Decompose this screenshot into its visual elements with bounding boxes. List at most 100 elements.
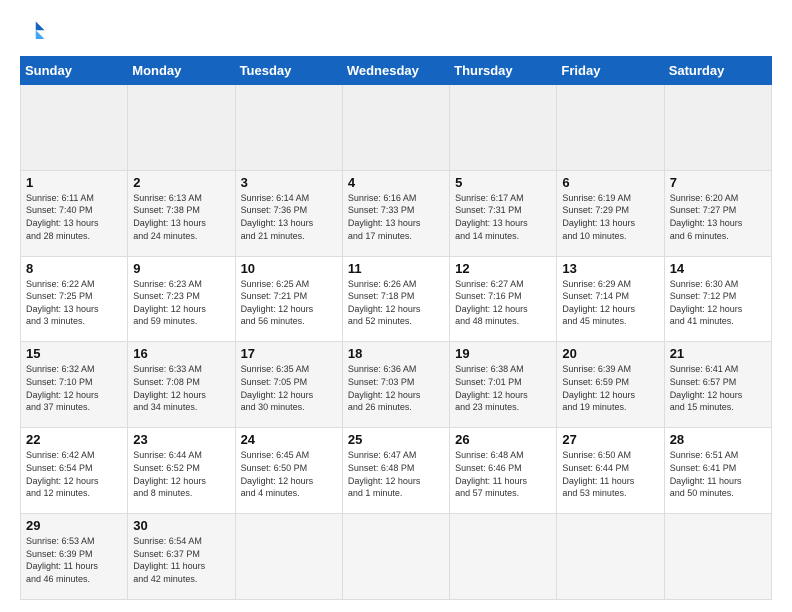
calendar-cell	[235, 514, 342, 600]
calendar-cell	[21, 85, 128, 171]
day-number: 19	[455, 346, 551, 361]
cell-data: Sunrise: 6:17 AM Sunset: 7:31 PM Dayligh…	[455, 192, 551, 242]
calendar-header-thursday: Thursday	[450, 57, 557, 85]
day-number: 15	[26, 346, 122, 361]
cell-data: Sunrise: 6:20 AM Sunset: 7:27 PM Dayligh…	[670, 192, 766, 242]
day-number: 28	[670, 432, 766, 447]
calendar-cell	[664, 514, 771, 600]
day-number: 9	[133, 261, 229, 276]
cell-data: Sunrise: 6:42 AM Sunset: 6:54 PM Dayligh…	[26, 449, 122, 499]
calendar-week-4: 22 Sunrise: 6:42 AM Sunset: 6:54 PM Dayli…	[21, 428, 772, 514]
cell-data: Sunrise: 6:41 AM Sunset: 6:57 PM Dayligh…	[670, 363, 766, 413]
calendar-cell: 6Sunrise: 6:19 AM Sunset: 7:29 PM Daylig…	[557, 170, 664, 256]
calendar-cell: 24Sunrise: 6:45 AM Sunset: 6:50 PM Dayli…	[235, 428, 342, 514]
cell-data: Sunrise: 6:45 AM Sunset: 6:50 PM Dayligh…	[241, 449, 337, 499]
calendar-cell: 1Sunrise: 6:11 AM Sunset: 7:40 PM Daylig…	[21, 170, 128, 256]
day-number: 17	[241, 346, 337, 361]
header	[20, 18, 772, 46]
calendar-cell: 18 Sunrise: 6:36 AM Sunset: 7:03 PM Dayli…	[342, 342, 449, 428]
day-number: 14	[670, 261, 766, 276]
day-number: 11	[348, 261, 444, 276]
calendar-cell: 4 Sunrise: 6:16 AM Sunset: 7:33 PM Daylig…	[342, 170, 449, 256]
calendar-week-2: 8 Sunrise: 6:22 AM Sunset: 7:25 PM Daylig…	[21, 256, 772, 342]
calendar-cell: 15 Sunrise: 6:32 AM Sunset: 7:10 PM Dayli…	[21, 342, 128, 428]
cell-data: Sunrise: 6:54 AM Sunset: 6:37 PM Dayligh…	[133, 535, 229, 585]
cell-data: Sunrise: 6:16 AM Sunset: 7:33 PM Dayligh…	[348, 192, 444, 242]
day-number: 25	[348, 432, 444, 447]
calendar-cell	[557, 514, 664, 600]
day-number: 26	[455, 432, 551, 447]
calendar-cell: 10 Sunrise: 6:25 AM Sunset: 7:21 PM Dayli…	[235, 256, 342, 342]
cell-data: Sunrise: 6:50 AM Sunset: 6:44 PM Dayligh…	[562, 449, 658, 499]
day-number: 12	[455, 261, 551, 276]
day-number: 16	[133, 346, 229, 361]
day-number: 5	[455, 175, 551, 190]
calendar-cell: 26 Sunrise: 6:48 AM Sunset: 6:46 PM Dayli…	[450, 428, 557, 514]
day-number: 30	[133, 518, 229, 533]
cell-data: Sunrise: 6:23 AM Sunset: 7:23 PM Dayligh…	[133, 278, 229, 328]
calendar-header-row: SundayMondayTuesdayWednesdayThursdayFrid…	[21, 57, 772, 85]
calendar-header-tuesday: Tuesday	[235, 57, 342, 85]
calendar-cell: 2Sunrise: 6:13 AM Sunset: 7:38 PM Daylig…	[128, 170, 235, 256]
calendar-cell: 5 Sunrise: 6:17 AM Sunset: 7:31 PM Daylig…	[450, 170, 557, 256]
calendar-cell: 13Sunrise: 6:29 AM Sunset: 7:14 PM Dayli…	[557, 256, 664, 342]
calendar-cell: 20Sunrise: 6:39 AM Sunset: 6:59 PM Dayli…	[557, 342, 664, 428]
calendar-cell	[342, 514, 449, 600]
cell-data: Sunrise: 6:14 AM Sunset: 7:36 PM Dayligh…	[241, 192, 337, 242]
day-number: 29	[26, 518, 122, 533]
day-number: 7	[670, 175, 766, 190]
calendar-cell: 19 Sunrise: 6:38 AM Sunset: 7:01 PM Dayli…	[450, 342, 557, 428]
day-number: 20	[562, 346, 658, 361]
day-number: 23	[133, 432, 229, 447]
cell-data: Sunrise: 6:48 AM Sunset: 6:46 PM Dayligh…	[455, 449, 551, 499]
cell-data: Sunrise: 6:30 AM Sunset: 7:12 PM Dayligh…	[670, 278, 766, 328]
calendar-header-monday: Monday	[128, 57, 235, 85]
calendar-header-wednesday: Wednesday	[342, 57, 449, 85]
day-number: 10	[241, 261, 337, 276]
calendar-cell: 27 Sunrise: 6:50 AM Sunset: 6:44 PM Dayli…	[557, 428, 664, 514]
calendar-cell	[450, 85, 557, 171]
day-number: 21	[670, 346, 766, 361]
calendar-cell: 3Sunrise: 6:14 AM Sunset: 7:36 PM Daylig…	[235, 170, 342, 256]
calendar-cell: 25Sunrise: 6:47 AM Sunset: 6:48 PM Dayli…	[342, 428, 449, 514]
cell-data: Sunrise: 6:36 AM Sunset: 7:03 PM Dayligh…	[348, 363, 444, 413]
page: SundayMondayTuesdayWednesdayThursdayFrid…	[0, 0, 792, 612]
calendar-cell: 28 Sunrise: 6:51 AM Sunset: 6:41 PM Dayli…	[664, 428, 771, 514]
calendar-cell: 16 Sunrise: 6:33 AM Sunset: 7:08 PM Dayli…	[128, 342, 235, 428]
calendar-week-3: 15 Sunrise: 6:32 AM Sunset: 7:10 PM Dayli…	[21, 342, 772, 428]
calendar-cell: 23Sunrise: 6:44 AM Sunset: 6:52 PM Dayli…	[128, 428, 235, 514]
calendar-header-friday: Friday	[557, 57, 664, 85]
cell-data: Sunrise: 6:33 AM Sunset: 7:08 PM Dayligh…	[133, 363, 229, 413]
calendar-cell: 9 Sunrise: 6:23 AM Sunset: 7:23 PM Daylig…	[128, 256, 235, 342]
cell-data: Sunrise: 6:32 AM Sunset: 7:10 PM Dayligh…	[26, 363, 122, 413]
day-number: 18	[348, 346, 444, 361]
cell-data: Sunrise: 6:38 AM Sunset: 7:01 PM Dayligh…	[455, 363, 551, 413]
day-number: 2	[133, 175, 229, 190]
calendar-cell: 17 Sunrise: 6:35 AM Sunset: 7:05 PM Dayli…	[235, 342, 342, 428]
calendar-cell: 11Sunrise: 6:26 AM Sunset: 7:18 PM Dayli…	[342, 256, 449, 342]
calendar-cell: 14 Sunrise: 6:30 AM Sunset: 7:12 PM Dayli…	[664, 256, 771, 342]
day-number: 22	[26, 432, 122, 447]
calendar-cell: 12Sunrise: 6:27 AM Sunset: 7:16 PM Dayli…	[450, 256, 557, 342]
calendar-cell: 30 Sunrise: 6:54 AM Sunset: 6:37 PM Dayli…	[128, 514, 235, 600]
calendar-cell: 21 Sunrise: 6:41 AM Sunset: 6:57 PM Dayli…	[664, 342, 771, 428]
calendar-cell: 22 Sunrise: 6:42 AM Sunset: 6:54 PM Dayli…	[21, 428, 128, 514]
calendar-cell: 29 Sunrise: 6:53 AM Sunset: 6:39 PM Dayli…	[21, 514, 128, 600]
calendar-cell	[128, 85, 235, 171]
day-number: 4	[348, 175, 444, 190]
cell-data: Sunrise: 6:11 AM Sunset: 7:40 PM Dayligh…	[26, 192, 122, 242]
calendar-cell	[664, 85, 771, 171]
cell-data: Sunrise: 6:35 AM Sunset: 7:05 PM Dayligh…	[241, 363, 337, 413]
logo	[20, 18, 52, 46]
calendar-cell	[235, 85, 342, 171]
cell-data: Sunrise: 6:53 AM Sunset: 6:39 PM Dayligh…	[26, 535, 122, 585]
cell-data: Sunrise: 6:51 AM Sunset: 6:41 PM Dayligh…	[670, 449, 766, 499]
day-number: 8	[26, 261, 122, 276]
day-number: 27	[562, 432, 658, 447]
cell-data: Sunrise: 6:25 AM Sunset: 7:21 PM Dayligh…	[241, 278, 337, 328]
cell-data: Sunrise: 6:22 AM Sunset: 7:25 PM Dayligh…	[26, 278, 122, 328]
calendar-cell	[557, 85, 664, 171]
cell-data: Sunrise: 6:29 AM Sunset: 7:14 PM Dayligh…	[562, 278, 658, 328]
cell-data: Sunrise: 6:19 AM Sunset: 7:29 PM Dayligh…	[562, 192, 658, 242]
calendar-header-sunday: Sunday	[21, 57, 128, 85]
